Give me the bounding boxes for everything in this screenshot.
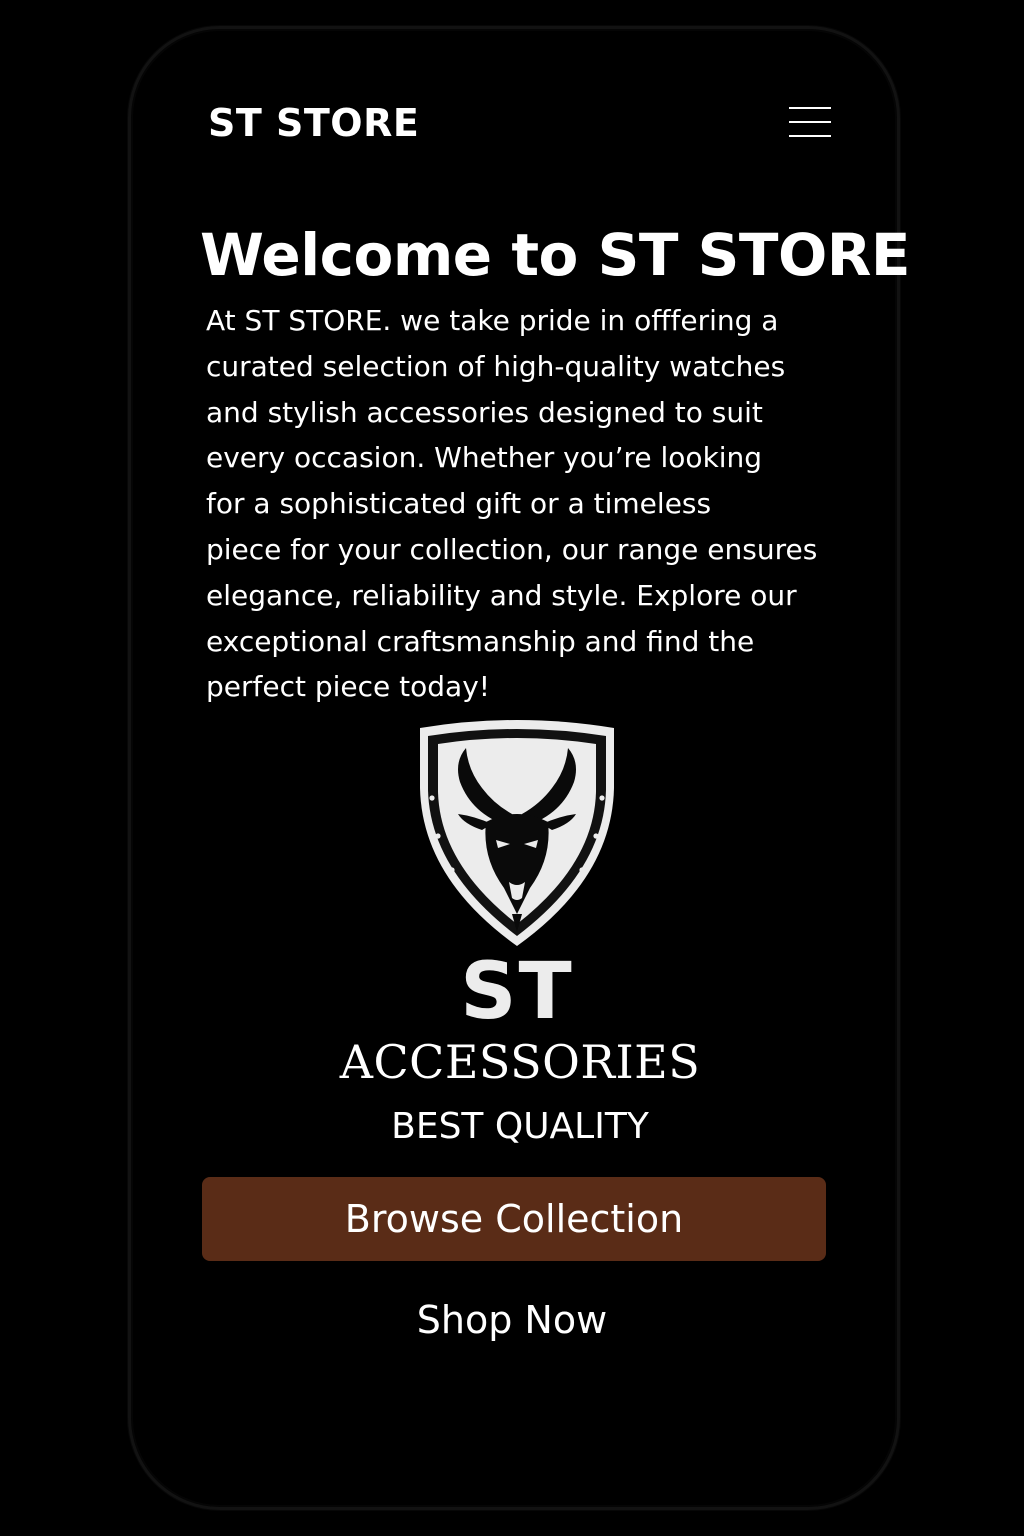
intro-line: and stylish accessories designed to suit: [206, 395, 763, 429]
goat-shield-emblem-icon: [420, 720, 614, 946]
intro-line: curated selection of high-quality watche…: [206, 349, 786, 383]
intro-line: elegance, reliability and style. Explore…: [206, 578, 797, 612]
logo-monogram: ST: [460, 947, 574, 1037]
hamburger-menu-icon[interactable]: [784, 100, 836, 144]
shop-now-link[interactable]: Shop Now: [362, 1296, 662, 1344]
intro-line: perfect piece today!: [206, 670, 491, 704]
logo-tagline: BEST QUALITY: [391, 1106, 649, 1147]
welcome-headline: Welcome to ST STORE: [200, 221, 911, 289]
intro-line: exceptional craftsmanship and find the: [206, 624, 755, 658]
intro-paragraph: At ST STORE. we take pride in offfering …: [206, 298, 866, 710]
store-name: ST STORE: [208, 101, 420, 145]
logo-brand-line: ACCESSORIES: [339, 1035, 701, 1089]
intro-line: every occasion. Whether you’re looking: [206, 441, 763, 475]
intro-line: At ST STORE. we take pride in offfering …: [206, 304, 779, 337]
intro-line: for a sophisticated gift or a timeless: [206, 487, 712, 521]
intro-line: piece for your collection, our range ens…: [206, 532, 818, 566]
browse-collection-button[interactable]: Browse Collection: [202, 1177, 826, 1261]
